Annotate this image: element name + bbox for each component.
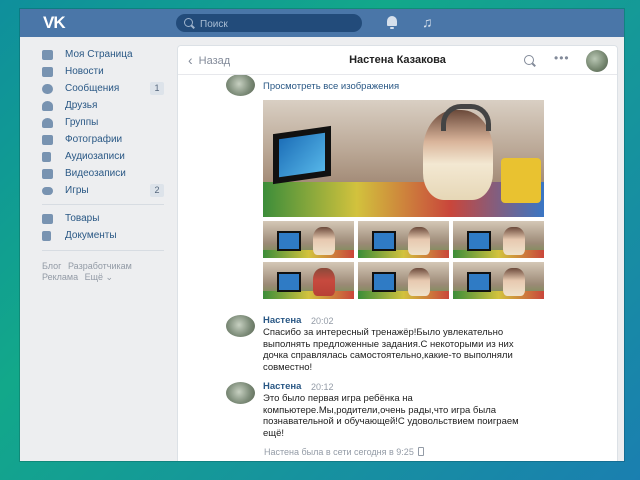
bell-icon[interactable] xyxy=(387,16,397,29)
photo-thumbnail[interactable] xyxy=(453,221,544,258)
view-all-images-link[interactable]: Просмотреть все изображения xyxy=(263,81,399,93)
sidebar-divider xyxy=(42,204,164,205)
avatar[interactable] xyxy=(226,74,255,96)
messages-count-badge: 1 xyxy=(150,82,164,95)
photo-detail xyxy=(467,272,491,292)
photo-detail xyxy=(408,268,430,296)
message-author[interactable]: Настена xyxy=(263,315,301,327)
sidebar-divider xyxy=(42,250,164,251)
chat-title[interactable]: Настена Казакова xyxy=(178,53,617,67)
photo-detail xyxy=(277,231,301,251)
games-count-badge: 2 xyxy=(150,184,164,197)
sidebar-item-goods[interactable]: Товары xyxy=(42,211,164,227)
photo-detail xyxy=(372,231,396,251)
message-time: 20:12 xyxy=(311,382,334,392)
photo-detail xyxy=(358,250,449,258)
video-icon xyxy=(42,169,53,179)
photo-thumbnail[interactable] xyxy=(358,221,449,258)
chat-panel: Просмотреть все изображения Настена 20:0… xyxy=(177,45,618,461)
search-icon xyxy=(184,18,193,27)
photo-detail xyxy=(279,132,325,178)
chat-bubble-icon xyxy=(42,84,53,94)
photo-detail xyxy=(453,291,544,299)
photo-thumbnail[interactable] xyxy=(263,221,354,258)
sidebar-item-label: Сообщения xyxy=(65,83,120,94)
sidebar-footer-row: Реклама Ещё ⌄ xyxy=(42,271,117,283)
avatar[interactable] xyxy=(226,382,255,404)
photo-detail xyxy=(467,231,491,251)
photo-detail xyxy=(313,227,335,255)
search-input[interactable] xyxy=(198,15,352,33)
sidebar-item-photos[interactable]: Фотографии xyxy=(42,132,164,148)
photo-detail xyxy=(501,158,541,203)
message-time: 20:02 xyxy=(311,316,334,326)
more-icon[interactable]: ••• xyxy=(554,51,570,65)
sidebar-item-video[interactable]: Видеозаписи xyxy=(42,166,164,182)
sidebar-item-label: Группы xyxy=(65,117,99,128)
message-text: Это было первая игра ребёнка на компьюте… xyxy=(263,393,519,439)
photo-detail xyxy=(372,272,396,292)
photo-detail xyxy=(408,227,430,255)
photo-detail xyxy=(358,291,449,299)
photo-detail xyxy=(263,291,354,299)
online-status: Настена была в сети сегодня в 9:25 xyxy=(264,446,424,458)
avatar[interactable] xyxy=(226,315,255,337)
sidebar-item-games[interactable]: Игры 2 xyxy=(42,183,164,199)
sidebar-item-label: Моя Страница xyxy=(65,49,133,60)
sidebar-item-news[interactable]: Новости xyxy=(42,64,164,80)
gamepad-icon xyxy=(42,187,53,195)
sidebar-item-label: Фотографии xyxy=(65,134,123,145)
footer-link-ads[interactable]: Реклама xyxy=(42,272,78,282)
message-author[interactable]: Настена xyxy=(263,381,301,393)
vk-logo-icon[interactable]: VK xyxy=(43,14,66,31)
photo-detail xyxy=(263,250,354,258)
bag-icon xyxy=(42,214,53,224)
chat-header: ‹ Назад Настена Казакова ••• xyxy=(178,46,617,75)
music-icon xyxy=(42,152,51,162)
sidebar-item-label: Товары xyxy=(65,213,100,224)
photo-detail xyxy=(453,250,544,258)
sidebar-item-label: Аудиозаписи xyxy=(65,151,125,162)
sidebar-item-friends[interactable]: Друзья xyxy=(42,98,164,114)
browser-window: VK ♫ Моя Страница Новости Сообщения 1 Др… xyxy=(20,9,624,461)
sidebar-item-label: Новости xyxy=(65,66,104,77)
online-status-text: Настена была в сети сегодня в 9:25 xyxy=(264,447,414,457)
footer-link-blog[interactable]: Блог xyxy=(42,261,61,271)
mobile-icon xyxy=(417,447,424,456)
search-box[interactable] xyxy=(176,14,362,33)
camera-icon xyxy=(42,135,53,145)
photo-detail xyxy=(441,104,491,131)
sidebar-item-messages[interactable]: Сообщения 1 xyxy=(42,81,164,97)
photo-detail xyxy=(503,268,525,296)
photo-thumbnail[interactable] xyxy=(263,262,354,299)
sidebar-item-label: Игры xyxy=(65,185,89,196)
photo-attachment-large[interactable] xyxy=(263,100,544,217)
sidebar-item-label: Видеозаписи xyxy=(65,168,126,179)
sidebar-item-audio[interactable]: Аудиозаписи xyxy=(42,149,164,165)
photo-thumbnail[interactable] xyxy=(453,262,544,299)
home-icon xyxy=(42,50,53,60)
photo-detail xyxy=(503,227,525,255)
search-icon[interactable] xyxy=(524,55,534,65)
message-text: Спасибо за интересный тренажёр!Было увле… xyxy=(263,327,514,373)
photo-thumbnail[interactable] xyxy=(358,262,449,299)
sidebar-item-documents[interactable]: Документы xyxy=(42,228,164,244)
friend-icon xyxy=(42,101,53,111)
footer-link-developers[interactable]: Разработчикам xyxy=(68,261,132,271)
group-icon xyxy=(42,118,53,128)
avatar[interactable] xyxy=(586,50,608,72)
sidebar-item-label: Документы xyxy=(65,230,117,241)
document-icon xyxy=(42,231,51,241)
sidebar-item-my-page[interactable]: Моя Страница xyxy=(42,47,164,63)
sidebar-item-groups[interactable]: Группы xyxy=(42,115,164,131)
sidebar-item-label: Друзья xyxy=(65,100,98,111)
news-icon xyxy=(42,67,53,77)
photo-detail xyxy=(277,272,301,292)
footer-link-more[interactable]: Ещё ⌄ xyxy=(85,272,113,282)
music-note-icon[interactable]: ♫ xyxy=(422,14,433,30)
top-bar: VK ♫ xyxy=(20,9,624,37)
photo-detail xyxy=(313,268,335,296)
